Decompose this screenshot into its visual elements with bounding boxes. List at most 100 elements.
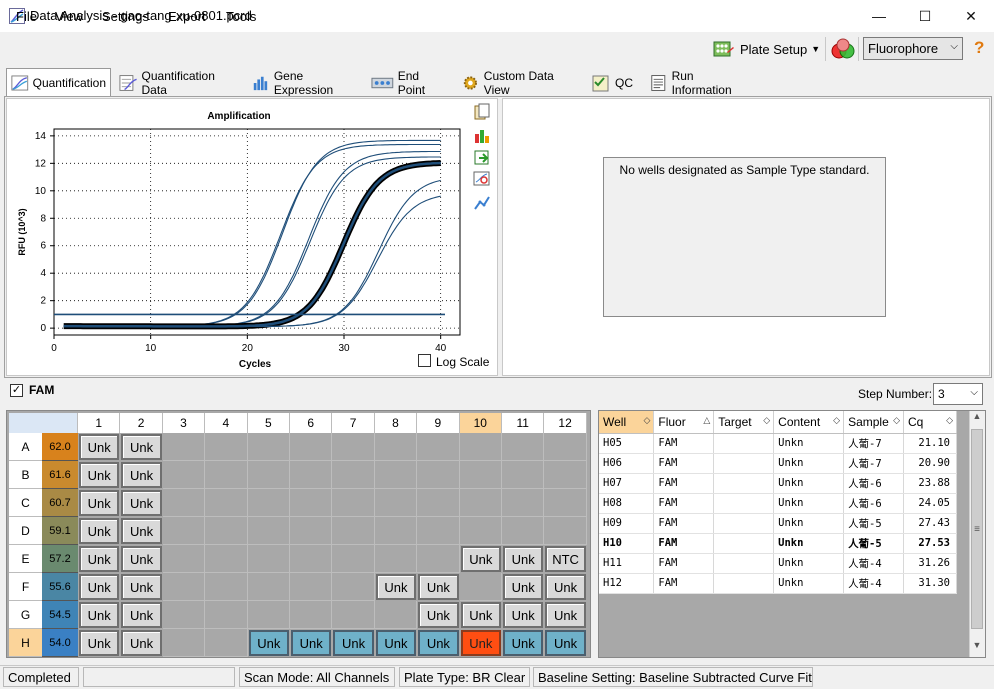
- plate-well-empty[interactable]: [247, 489, 290, 517]
- plate-row-header[interactable]: D: [9, 517, 42, 545]
- plate-well-empty[interactable]: [247, 461, 290, 489]
- plate-well[interactable]: Unk: [121, 630, 162, 656]
- plate-well-empty[interactable]: [162, 545, 206, 573]
- export-icon[interactable]: [473, 148, 491, 166]
- plate-setup-button[interactable]: Plate Setup ▼: [712, 37, 820, 61]
- plate-well[interactable]: Unk: [79, 602, 120, 628]
- plate-column-header[interactable]: 6: [290, 413, 333, 433]
- plate-column-header[interactable]: 5: [247, 413, 290, 433]
- plate-well[interactable]: Unk: [79, 518, 120, 544]
- trend-line-icon[interactable]: [473, 194, 491, 212]
- step-number-select[interactable]: 3 ⌵: [933, 383, 983, 405]
- menu-settings[interactable]: Settings: [102, 9, 149, 24]
- plate-well-empty[interactable]: [205, 461, 248, 489]
- plate-well-empty[interactable]: [374, 517, 418, 545]
- plate-well-empty[interactable]: [162, 433, 206, 461]
- minimize-button[interactable]: —: [856, 0, 902, 32]
- plate-well-empty[interactable]: [290, 545, 333, 573]
- tab-run-information[interactable]: Run Information: [644, 69, 756, 97]
- plate-well[interactable]: Unk: [460, 602, 501, 628]
- column-header-fluor[interactable]: Fluor △: [653, 411, 715, 434]
- maximize-button[interactable]: ☐: [902, 0, 948, 32]
- plate-well[interactable]: Unk: [503, 630, 544, 656]
- plate-well[interactable]: Unk: [503, 574, 544, 600]
- plate-well-empty[interactable]: [502, 433, 545, 461]
- tab-quantification[interactable]: Quantification: [6, 68, 111, 97]
- plate-well-empty[interactable]: [544, 489, 587, 517]
- plate-column-header[interactable]: 1: [78, 413, 121, 433]
- plate-well-empty[interactable]: [162, 629, 206, 657]
- plate-well-empty[interactable]: [332, 545, 375, 573]
- plate-well[interactable]: Unk: [418, 602, 459, 628]
- plate-well[interactable]: Unk: [79, 462, 120, 488]
- plate-well-empty[interactable]: [290, 433, 333, 461]
- plate-row-header[interactable]: C: [9, 489, 42, 517]
- plate-well[interactable]: Unk: [418, 574, 459, 600]
- plate-well-empty[interactable]: [290, 461, 333, 489]
- table-row[interactable]: H07 FAM Unkn 人葡-6 23.88: [599, 473, 957, 494]
- plate-well-empty[interactable]: [374, 601, 418, 629]
- plate-well-empty[interactable]: [459, 489, 502, 517]
- plate-well-empty[interactable]: [459, 433, 502, 461]
- plate-column-header[interactable]: 3: [162, 413, 206, 433]
- plate-well-empty[interactable]: [247, 433, 290, 461]
- plate-well-empty[interactable]: [332, 433, 375, 461]
- plate-well[interactable]: Unk: [460, 630, 501, 656]
- plate-row-header[interactable]: G: [9, 601, 42, 629]
- plate-well-empty[interactable]: [417, 433, 460, 461]
- plate-well-empty[interactable]: [332, 461, 375, 489]
- plate-row-header[interactable]: B: [9, 461, 42, 489]
- plate-well[interactable]: Unk: [121, 546, 162, 572]
- table-row[interactable]: H05 FAM Unkn 人葡-7 21.10: [599, 433, 957, 454]
- plate-well[interactable]: Unk: [79, 546, 120, 572]
- plate-well[interactable]: Unk: [333, 630, 374, 656]
- copy-icon[interactable]: [473, 103, 491, 121]
- plate-well[interactable]: Unk: [545, 574, 586, 600]
- plate-column-header[interactable]: 12: [544, 413, 587, 433]
- plate-well-empty[interactable]: [332, 517, 375, 545]
- column-header-target[interactable]: Target ◇: [713, 411, 775, 434]
- plate-well[interactable]: Unk: [375, 574, 417, 600]
- plate-well[interactable]: NTC: [545, 546, 586, 572]
- plate-well-empty[interactable]: [417, 517, 460, 545]
- tab-qc[interactable]: QC: [586, 70, 638, 96]
- table-row[interactable]: H06 FAM Unkn 人葡-7 20.90: [599, 453, 957, 474]
- plate-column-header[interactable]: 2: [120, 413, 163, 433]
- column-header-sample[interactable]: Sample ◇: [843, 411, 904, 434]
- plate-well-empty[interactable]: [417, 461, 460, 489]
- fluorophore-color-icon[interactable]: [830, 37, 856, 61]
- fluorophore-select[interactable]: Fluorophore ⌵: [863, 37, 963, 60]
- plate-well[interactable]: Unk: [121, 602, 162, 628]
- help-icon[interactable]: ?: [974, 38, 984, 58]
- scroll-up-icon[interactable]: ▲: [969, 411, 985, 427]
- plate-well-empty[interactable]: [247, 573, 290, 601]
- tab-gene-expression[interactable]: Gene Expression: [247, 69, 361, 97]
- plate-well-empty[interactable]: [290, 489, 333, 517]
- plate-well-empty[interactable]: [332, 601, 375, 629]
- plate-well-empty[interactable]: [459, 517, 502, 545]
- plate-well-empty[interactable]: [502, 461, 545, 489]
- scroll-down-icon[interactable]: ▼: [969, 640, 985, 656]
- plate-well-empty[interactable]: [459, 461, 502, 489]
- plate-column-header[interactable]: 11: [502, 413, 545, 433]
- plate-well-empty[interactable]: [290, 573, 333, 601]
- plate-well-empty[interactable]: [417, 489, 460, 517]
- chart-options-icon[interactable]: [473, 126, 491, 144]
- plate-well[interactable]: Unk: [121, 574, 162, 600]
- plate-well-empty[interactable]: [374, 461, 418, 489]
- plate-column-header[interactable]: 4: [205, 413, 248, 433]
- plate-well-empty[interactable]: [544, 461, 587, 489]
- plate-well-empty[interactable]: [205, 489, 248, 517]
- table-row[interactable]: H09 FAM Unkn 人葡-5 27.43: [599, 513, 957, 534]
- table-row[interactable]: H10 FAM Unkn 人葡-5 27.53: [599, 533, 957, 554]
- plate-well[interactable]: Unk: [375, 630, 417, 656]
- plate-well-empty[interactable]: [459, 573, 502, 601]
- plate-well-empty[interactable]: [290, 601, 333, 629]
- table-row[interactable]: H11 FAM Unkn 人葡-4 31.26: [599, 553, 957, 574]
- plate-well-empty[interactable]: [502, 517, 545, 545]
- plate-well-empty[interactable]: [247, 517, 290, 545]
- amplification-chart[interactable]: 0 10 20 30 40 0 2 4 6 8 10 12 14 Amplification Cycles R…: [7, 99, 499, 377]
- plate-well[interactable]: Unk: [460, 546, 501, 572]
- plate-well-empty[interactable]: [205, 573, 248, 601]
- plate-well-empty[interactable]: [162, 461, 206, 489]
